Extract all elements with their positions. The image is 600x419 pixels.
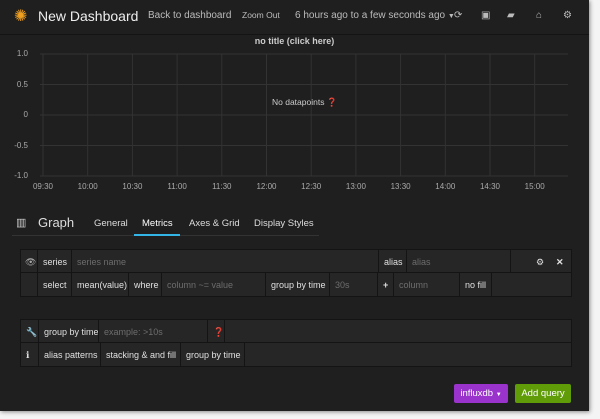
where-label: where bbox=[129, 273, 162, 297]
y-tick-label: -0.5 bbox=[14, 140, 28, 150]
x-tick-label: 10:00 bbox=[77, 182, 98, 191]
where-input[interactable]: column ~= value bbox=[162, 273, 266, 297]
active-tab-indicator bbox=[134, 234, 180, 236]
alias-input[interactable]: alias bbox=[407, 250, 511, 274]
datasource-label: influxdb bbox=[460, 388, 494, 399]
help-group-by-time[interactable]: group by time bbox=[181, 343, 245, 367]
query-gear-icon[interactable]: ⚙ bbox=[536, 250, 544, 274]
select-label: select bbox=[38, 273, 72, 297]
y-tick-label: -1.0 bbox=[14, 171, 28, 180]
options-group-input[interactable]: example: >10s bbox=[99, 320, 208, 344]
column-input[interactable]: column bbox=[394, 273, 460, 297]
x-tick-label: 11:30 bbox=[212, 182, 232, 191]
datasource-dropdown[interactable]: influxdb ▼ bbox=[454, 384, 508, 403]
eye-icon[interactable]: 👁 bbox=[21, 250, 38, 274]
y-tick-label: 0 bbox=[23, 110, 28, 119]
select-value[interactable]: mean(value) bbox=[72, 273, 129, 297]
help-stacking-fill[interactable]: stacking & and fill bbox=[101, 343, 181, 367]
x-tick-label: 13:30 bbox=[390, 182, 411, 191]
add-query-button[interactable]: Add query bbox=[515, 384, 571, 403]
x-tick-label: 14:30 bbox=[479, 182, 501, 191]
spacer bbox=[21, 273, 38, 297]
query-row-series: 👁 series series name alias alias ⚙ ✕ bbox=[20, 249, 572, 274]
editor-title: Graph bbox=[38, 215, 75, 230]
graph-icon: ▥ bbox=[16, 217, 27, 229]
group-by-time-label: group by time bbox=[266, 273, 330, 297]
no-datapoints-message: No datapoints ❓ bbox=[272, 97, 337, 108]
group-by-time-input[interactable]: 30s bbox=[330, 273, 378, 297]
help-icon[interactable]: ❓ bbox=[208, 320, 225, 344]
help-row: ℹ alias patterns stacking & and fill gro… bbox=[20, 343, 572, 367]
app: ✺ New Dashboard Back to dashboard Zoom O… bbox=[0, 0, 589, 411]
tab-display-styles[interactable]: Display Styles bbox=[254, 218, 314, 229]
x-tick-label: 14:00 bbox=[435, 182, 456, 191]
add-group-by-icon[interactable]: + bbox=[378, 273, 394, 297]
tab-metrics[interactable]: Metrics bbox=[142, 218, 173, 229]
help-alias-patterns[interactable]: alias patterns bbox=[39, 343, 101, 367]
caret-down-icon: ▼ bbox=[495, 392, 502, 398]
no-datapoints-text: No datapoints bbox=[272, 97, 325, 107]
series-label: series bbox=[38, 250, 72, 274]
options-row: 🔧 group by time example: >10s ❓ bbox=[20, 319, 572, 344]
info-icon: ℹ bbox=[21, 343, 39, 367]
options-group-label: group by time bbox=[39, 320, 99, 344]
question-circle-icon[interactable]: ❓ bbox=[327, 97, 338, 107]
x-tick-label: 12:00 bbox=[256, 182, 277, 191]
wrench-icon: 🔧 bbox=[21, 320, 39, 344]
tab-general[interactable]: General bbox=[94, 218, 128, 229]
y-tick-label: 1.0 bbox=[16, 49, 28, 58]
fill-option[interactable]: no fill bbox=[460, 273, 492, 297]
query-row-select: select mean(value) where column ~= value… bbox=[20, 273, 572, 297]
x-tick-label: 10:30 bbox=[122, 182, 143, 191]
tab-axes-grid[interactable]: Axes & Grid bbox=[189, 218, 240, 229]
series-input[interactable]: series name bbox=[72, 250, 379, 274]
x-tick-label: 15:00 bbox=[524, 182, 545, 191]
remove-query-icon[interactable]: ✕ bbox=[556, 250, 564, 274]
alias-label: alias bbox=[379, 250, 407, 274]
x-tick-label: 13:00 bbox=[345, 182, 366, 191]
x-tick-label: 12:30 bbox=[301, 182, 322, 191]
x-tick-label: 09:30 bbox=[32, 182, 54, 191]
x-tick-label: 11:00 bbox=[167, 182, 187, 191]
y-tick-label: 0.5 bbox=[16, 79, 28, 89]
